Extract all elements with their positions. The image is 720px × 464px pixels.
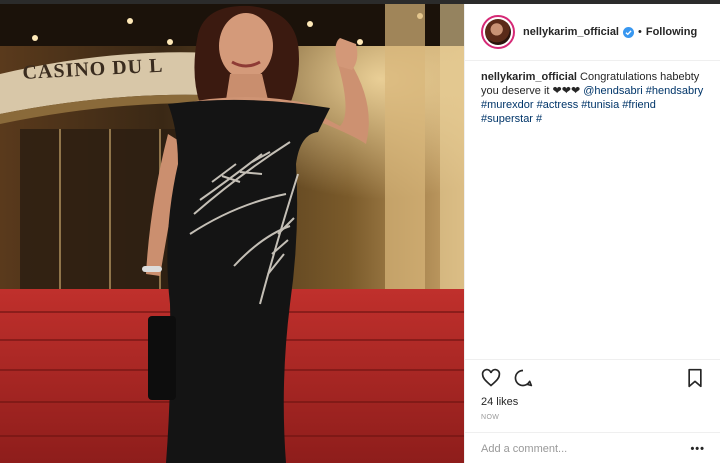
heart-icon[interactable]: [481, 368, 501, 388]
post-timestamp: NOW: [481, 414, 500, 421]
post-photo[interactable]: CASINO DU L: [0, 4, 464, 463]
caption-tag-tunisia[interactable]: #tunisia: [581, 99, 619, 111]
caption-tag-hendsabry[interactable]: #hendsabry: [646, 85, 704, 97]
caption-tag-actress[interactable]: #actress: [537, 99, 579, 111]
comment-input[interactable]: [481, 442, 671, 455]
action-icons: [481, 368, 533, 392]
caption-tag-superstar[interactable]: #superstar: [481, 113, 533, 125]
follow-separator: •: [638, 26, 642, 38]
avatar[interactable]: [481, 15, 515, 49]
caption-username[interactable]: nellykarim_official: [481, 71, 577, 83]
caption-tag-murexdor[interactable]: #murexdor: [481, 99, 534, 111]
post-caption: nellykarim_official Congratulations habe…: [481, 70, 709, 126]
comment-bar: •••: [465, 432, 720, 464]
likes-count[interactable]: 24 likes: [481, 396, 518, 408]
more-options-button[interactable]: •••: [690, 443, 705, 455]
header-username[interactable]: nellykarim_official: [523, 26, 619, 38]
post-header: nellykarim_official • Following: [465, 4, 720, 61]
caption-tag-friend[interactable]: #friend: [622, 99, 656, 111]
verified-badge-icon: [623, 26, 634, 38]
bookmark-icon[interactable]: [685, 368, 705, 388]
following-button[interactable]: Following: [646, 26, 697, 38]
post-actions: 24 likes NOW •••: [465, 359, 720, 463]
caption-tag-hendsabri[interactable]: @hendsabri: [583, 85, 642, 97]
instagram-post-window: CASINO DU L nellykarim_official • Follow…: [0, 0, 720, 463]
caption-tag-hash[interactable]: #: [536, 113, 542, 125]
post-side-panel: nellykarim_official • Following nellykar…: [464, 4, 720, 463]
comment-icon[interactable]: [513, 368, 533, 388]
